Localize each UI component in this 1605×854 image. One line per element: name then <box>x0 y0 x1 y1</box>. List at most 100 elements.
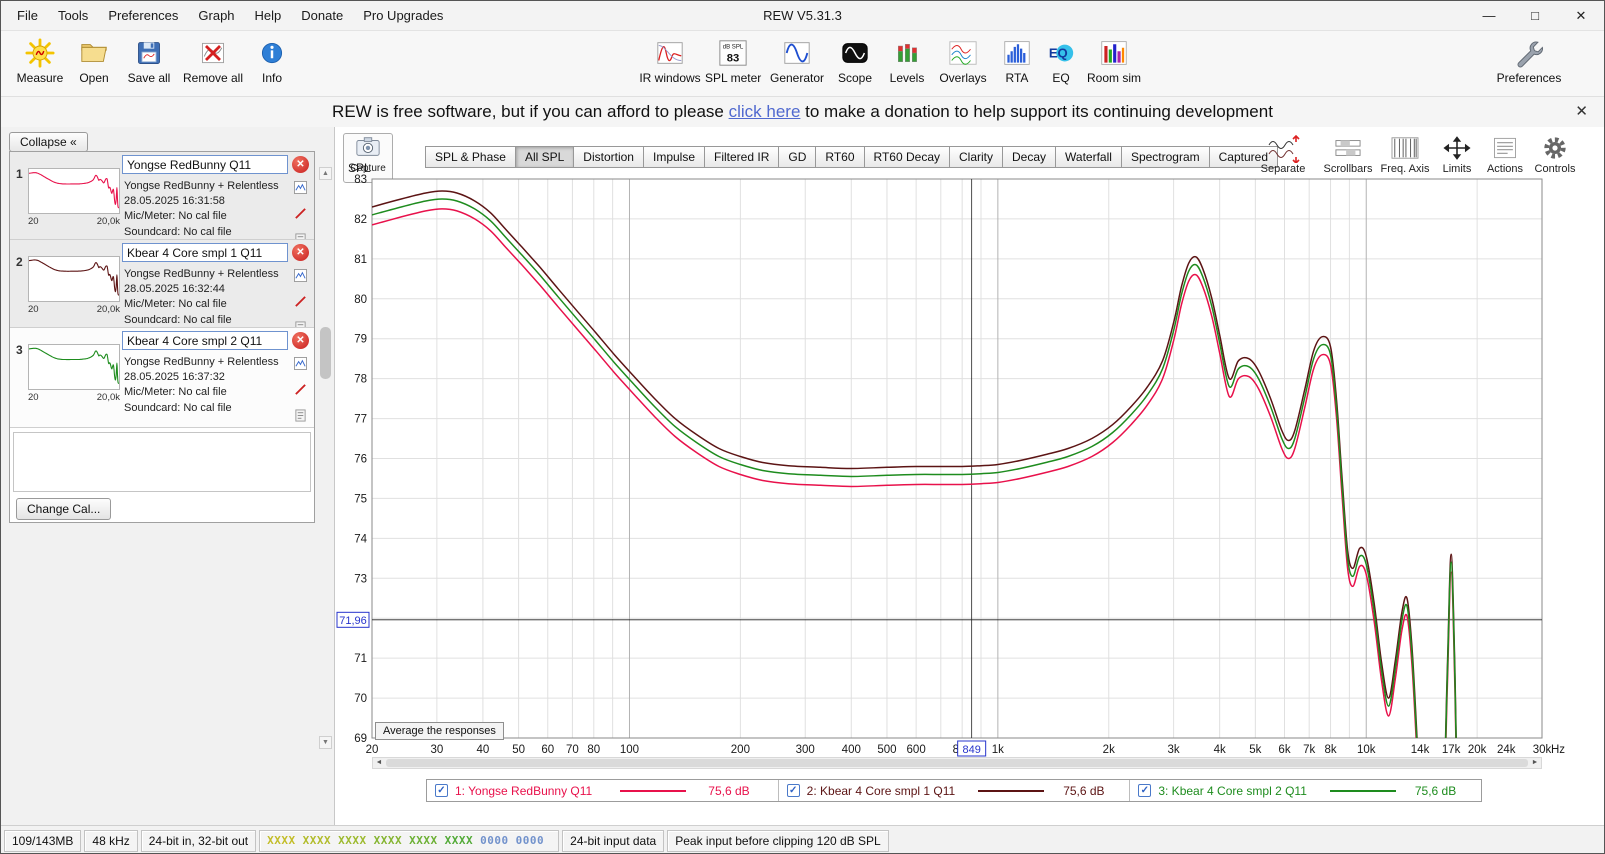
empty-measurement-slot <box>13 432 311 492</box>
scrollbars-icon <box>1321 132 1375 163</box>
measurement-name-input[interactable] <box>122 331 288 350</box>
scroll-right-icon[interactable]: ► <box>1529 758 1541 768</box>
measurement-index: 1 <box>16 167 23 181</box>
scope-button[interactable]: Scope <box>831 34 879 94</box>
donate-link[interactable]: click here <box>729 102 801 121</box>
menu-bar: File Tools Preferences Graph Help Donate… <box>7 1 453 31</box>
remove-measurement-icon[interactable]: ✕ <box>292 332 309 349</box>
gear-icon <box>1531 132 1579 163</box>
scroll-up-icon[interactable]: ▲ <box>319 167 332 180</box>
banner-close-icon[interactable]: ✕ <box>1575 97 1588 126</box>
minimize-button[interactable]: — <box>1466 1 1512 31</box>
capture-camera-icon <box>353 134 383 160</box>
trace-visible-checkbox[interactable]: ✓ <box>435 784 448 797</box>
response-icon[interactable] <box>294 269 307 287</box>
measurement-info-mic: Mic/Meter: No cal file <box>124 385 294 400</box>
svg-text:849: 849 <box>962 744 980 756</box>
menu-graph[interactable]: Graph <box>188 1 244 31</box>
remove-measurement-icon[interactable]: ✕ <box>292 244 309 261</box>
scroll-left-icon[interactable]: ◄ <box>373 758 385 768</box>
measurement-card-selected[interactable]: 3 2020,0k ✕ Yongse RedBunny + Relentless… <box>10 328 314 428</box>
spl-chart[interactable]: 697071727374757677787980818283SPL2030405… <box>335 161 1605 761</box>
trace-visible-checkbox[interactable]: ✓ <box>787 784 800 797</box>
change-cal-button[interactable]: Change Cal... <box>16 498 111 520</box>
menu-donate[interactable]: Donate <box>291 1 353 31</box>
notes-icon[interactable] <box>294 233 307 240</box>
notes-icon[interactable] <box>294 409 307 427</box>
measurement-info-mic: Mic/Meter: No cal file <box>124 209 294 224</box>
response-icon[interactable] <box>294 357 307 375</box>
open-button[interactable]: Open <box>71 34 117 94</box>
scope-icon <box>831 34 879 71</box>
spl-meter-icon: dB SPL83 <box>705 34 761 71</box>
thumb-axis-max: 20,0k <box>97 304 120 315</box>
info-button[interactable]: Info <box>251 34 293 94</box>
generator-button[interactable]: Generator <box>767 34 827 94</box>
measurement-list-scrollbar[interactable]: ▲ ▼ <box>319 167 332 749</box>
overlays-button[interactable]: Overlays <box>935 34 991 94</box>
measurement-name-input[interactable] <box>122 243 288 262</box>
response-icon[interactable] <box>294 181 307 199</box>
levels-button[interactable]: Levels <box>883 34 931 94</box>
scrollbar-thumb[interactable] <box>320 327 331 379</box>
notes-icon[interactable] <box>294 321 307 328</box>
menu-file[interactable]: File <box>7 1 48 31</box>
trace-visible-checkbox[interactable]: ✓ <box>1138 784 1151 797</box>
save-all-button[interactable]: Save all <box>123 34 175 94</box>
menu-pro-upgrades[interactable]: Pro Upgrades <box>353 1 453 31</box>
measure-button[interactable]: Measure <box>15 34 65 94</box>
average-responses-button[interactable]: Average the responses <box>375 722 504 740</box>
svg-text:SPL: SPL <box>348 161 371 175</box>
legend-trace-name: 3: Kbear 4 Core smpl 2 Q11 <box>1158 784 1307 798</box>
measurement-card[interactable]: 2 2020,0k ✕ Yongse RedBunny + Relentless… <box>10 240 314 328</box>
measure-icon <box>15 34 65 71</box>
measurement-thumbnail <box>28 168 120 214</box>
room-sim-button[interactable]: Room sim <box>1085 34 1143 94</box>
svg-text:24k: 24k <box>1497 744 1516 756</box>
measurement-card[interactable]: 1 2020,0k ✕ Yongse RedBunny + Relentless… <box>10 152 314 240</box>
svg-text:EQ: EQ <box>1049 45 1068 60</box>
svg-text:6k: 6k <box>1278 744 1290 756</box>
remove-measurement-icon[interactable]: ✕ <box>292 156 309 173</box>
input-level-bits: XXXX <box>445 834 474 847</box>
ir-windows-button[interactable]: IR windows <box>639 34 701 94</box>
rta-button[interactable]: RTA <box>997 34 1037 94</box>
close-button[interactable]: ✕ <box>1558 1 1604 31</box>
svg-text:400: 400 <box>842 744 861 756</box>
svg-text:17k: 17k <box>1442 744 1461 756</box>
eq-icon: EQ <box>1041 34 1081 71</box>
svg-text:30k: 30k <box>1533 744 1552 756</box>
eq-button[interactable]: EQ EQ <box>1041 34 1081 94</box>
measurement-name-input[interactable] <box>122 155 288 174</box>
svg-text:77: 77 <box>354 414 367 426</box>
maximize-button[interactable]: □ <box>1512 1 1558 31</box>
input-level-bits: XXXX <box>303 834 332 847</box>
svg-text:Hz: Hz <box>1551 744 1565 756</box>
trace-color-swatch <box>978 790 1044 792</box>
toolbar: Measure Open Save all Remove all Info IR… <box>1 31 1604 97</box>
measurement-info-soundcard: Soundcard: No cal file <box>124 225 294 240</box>
input-level-bits: XXXX <box>409 834 438 847</box>
measurement-info-source: Yongse RedBunny + Relentless <box>124 355 294 370</box>
svg-text:600: 600 <box>907 744 926 756</box>
svg-text:83: 83 <box>727 52 740 64</box>
menu-help[interactable]: Help <box>245 1 292 31</box>
measurement-info-mic: Mic/Meter: No cal file <box>124 297 294 312</box>
menu-tools[interactable]: Tools <box>48 1 98 31</box>
preferences-button[interactable]: Preferences <box>1493 34 1565 94</box>
svg-text:30: 30 <box>430 744 443 756</box>
trace-style-icon[interactable] <box>294 383 307 401</box>
remove-all-button[interactable]: Remove all <box>181 34 245 94</box>
scroll-down-icon[interactable]: ▼ <box>319 736 332 749</box>
graph-horizontal-scrollbar[interactable]: ◄ ► <box>372 757 1542 769</box>
collapse-panel-button[interactable]: Collapse « <box>9 132 88 152</box>
separate-icon <box>1255 132 1311 163</box>
menu-preferences[interactable]: Preferences <box>98 1 188 31</box>
scrollbar-thumb[interactable] <box>386 759 1528 767</box>
trace-style-icon[interactable] <box>294 295 307 313</box>
legend-trace-level: 75,6 dB <box>1063 784 1104 798</box>
spl-meter-button[interactable]: dB SPL83 SPL meter <box>705 34 761 94</box>
trace-style-icon[interactable] <box>294 207 307 225</box>
graph-pane: Capture SPL & Phase All SPL Distortion I… <box>335 127 1605 825</box>
legend-trace-name: 1: Yongse RedBunny Q11 <box>455 784 592 798</box>
